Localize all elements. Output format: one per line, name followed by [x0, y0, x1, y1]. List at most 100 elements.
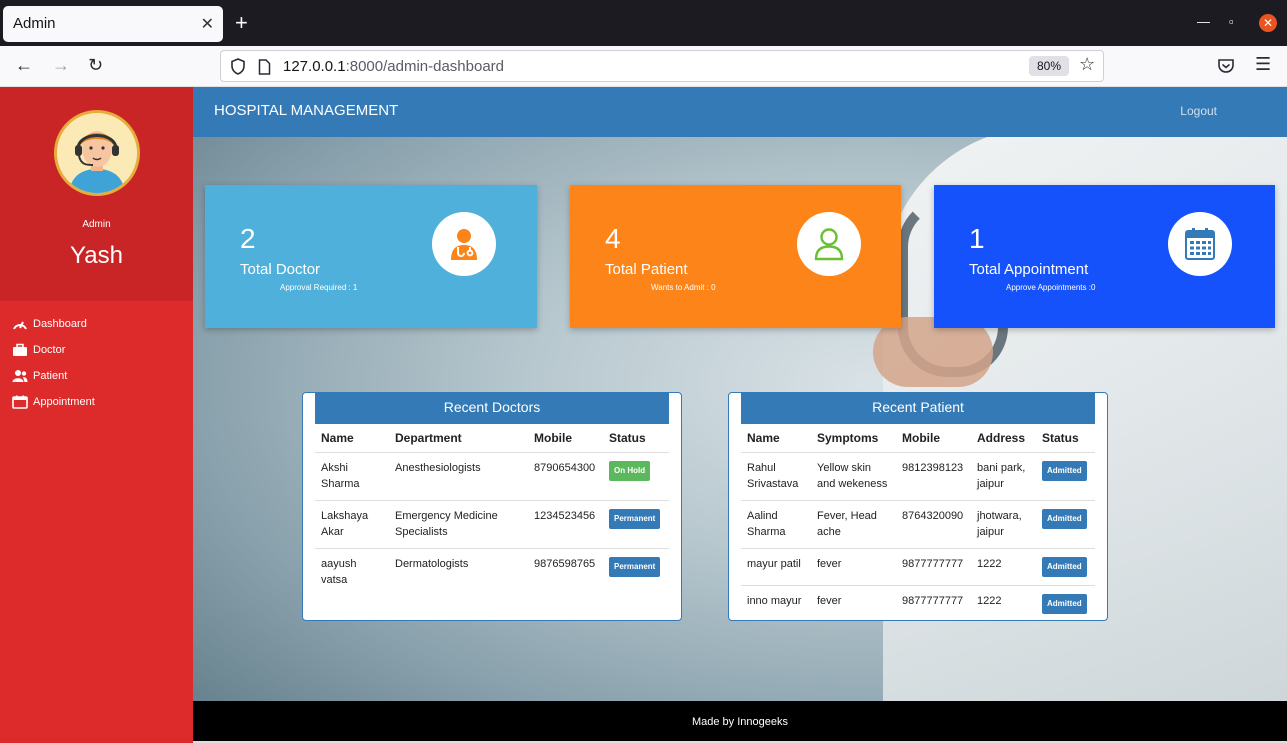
patient-name: inno mayur — [747, 595, 802, 607]
card-label: Total Appointment — [969, 261, 1089, 278]
table-row: Aalind Sharma Fever, Head ache 876432009… — [741, 500, 1095, 549]
table-header-row: Name Symptoms Mobile Address Status — [741, 425, 1095, 453]
patient-name: mayur patil — [741, 548, 811, 586]
column-header: Address — [971, 425, 1036, 453]
sidebar-item-label: Dashboard — [33, 318, 87, 330]
users-icon — [12, 370, 28, 382]
page-icon — [258, 59, 271, 75]
reload-icon[interactable]: ↻ — [88, 55, 103, 76]
browser-tab[interactable]: Admin ✕ — [3, 6, 223, 42]
total-appointment-card[interactable]: 1 Total Appointment Approve Appointments… — [934, 185, 1275, 328]
sidebar-item-label: Doctor — [33, 344, 66, 356]
doctor-mobile: 8790654300 — [528, 452, 603, 501]
browser-tab-bar: Admin ✕ + — ▫ ✕ — [0, 0, 1287, 46]
footer: Made by Innogeeks — [193, 701, 1287, 741]
doctor-mobile: 9876598765 — [534, 558, 596, 570]
url-bar[interactable]: 127.0.0.1:8000/admin-dashboard 80% ☆ — [220, 50, 1104, 82]
column-header: Status — [603, 425, 669, 453]
table-header-row: Name Department Mobile Status — [315, 425, 669, 453]
doctor-department: Dermatologists — [395, 558, 469, 570]
total-doctor-card[interactable]: 2 Total Doctor Approval Required : 1 — [205, 185, 537, 328]
patient-mobile: 9877777777 — [896, 548, 971, 586]
patient-address: jhotwara, jaipur — [971, 500, 1036, 549]
avatar — [54, 110, 140, 196]
calendar-icon — [12, 395, 28, 409]
card-label: Total Patient — [605, 261, 688, 278]
user-role: Admin — [82, 219, 111, 230]
card-count: 2 — [240, 223, 256, 254]
card-subtext: Approve Appointments :0 — [1006, 283, 1096, 292]
sidebar-item-label: Patient — [33, 370, 68, 382]
doctor-mobile: 1234523456 — [528, 500, 603, 549]
patient-address: bani park, jaipur — [971, 452, 1036, 501]
top-header: HOSPITAL MANAGEMENT Logout — [193, 87, 1287, 137]
status-badge: Admitted — [1042, 557, 1087, 577]
patient-mobile: 9812398123 — [896, 452, 971, 501]
menu-icon[interactable]: ☰ — [1255, 54, 1271, 75]
table-row: mayur patil fever 9877777777 1222 Admitt… — [741, 548, 1095, 586]
status-badge: Permanent — [609, 557, 661, 577]
patient-symptoms: Fever, Head ache — [811, 500, 896, 549]
doctor-icon — [432, 212, 496, 276]
sidebar-item-doctor[interactable]: Doctor — [12, 337, 95, 363]
sidebar-item-label: Appointment — [33, 396, 95, 408]
close-tab-icon[interactable]: ✕ — [201, 14, 214, 34]
url-host: 127.0.0.1 — [283, 58, 346, 75]
forward-icon[interactable]: → — [52, 55, 70, 76]
patient-symptoms: Yellow skin and wekeness — [811, 452, 896, 501]
status-badge: Permanent — [609, 509, 661, 529]
patient-address: 1222 — [977, 595, 1002, 607]
sidebar-menu: Dashboard Doctor Patient Appointment — [12, 311, 95, 415]
recent-doctors-table: Name Department Mobile Status Akshi Shar… — [315, 425, 669, 596]
recent-patients-table: Name Symptoms Mobile Address Status Rahu… — [741, 425, 1095, 622]
patient-name: Aalind Sharma — [741, 500, 811, 549]
zoom-badge[interactable]: 80% — [1029, 56, 1069, 76]
total-patient-card[interactable]: 4 Total Patient Wants to Admit : 0 — [570, 185, 901, 328]
recent-patients-panel: Recent Patient Name Symptoms Mobile Addr… — [728, 392, 1108, 621]
maximize-icon[interactable]: ▫ — [1229, 14, 1234, 29]
panel-title: Recent Patient — [741, 393, 1095, 424]
patient-symptoms: fever — [811, 548, 896, 586]
new-tab-icon[interactable]: + — [235, 10, 248, 36]
brand-title[interactable]: HOSPITAL MANAGEMENT — [214, 102, 398, 119]
table-row: Rahul Srivastava Yellow skin and wekenes… — [741, 452, 1095, 501]
minimize-icon[interactable]: — — [1197, 14, 1210, 29]
patient-address: 1222 — [971, 548, 1036, 586]
main-content: HOSPITAL MANAGEMENT Logout 2 Total Docto… — [193, 87, 1287, 743]
doctor-department: Anesthesiologists — [389, 452, 528, 501]
status-badge: Admitted — [1042, 594, 1087, 614]
patient-name: Rahul Srivastava — [741, 452, 811, 501]
sidebar-item-patient[interactable]: Patient — [12, 363, 95, 389]
calendar-icon — [1168, 212, 1232, 276]
star-icon[interactable]: ☆ — [1079, 54, 1095, 75]
close-window-icon[interactable]: ✕ — [1259, 14, 1277, 32]
back-icon[interactable]: ← — [15, 55, 33, 76]
column-header: Mobile — [896, 425, 971, 453]
recent-doctors-panel: Recent Doctors Name Department Mobile St… — [302, 392, 682, 621]
url-path: :8000/admin-dashboard — [345, 58, 505, 75]
dashboard-icon — [13, 321, 27, 330]
card-count: 1 — [969, 223, 985, 254]
logout-link[interactable]: Logout — [1180, 104, 1217, 118]
briefcase-icon — [13, 343, 27, 356]
table-row: inno mayur fever 9877777777 1222 Admitte… — [741, 586, 1095, 623]
tab-title: Admin — [13, 15, 56, 32]
sidebar-item-dashboard[interactable]: Dashboard — [12, 311, 95, 337]
url-text[interactable]: 127.0.0.1:8000/admin-dashboard — [283, 58, 504, 75]
doctor-department: Emergency Medicine Specialists — [389, 500, 528, 549]
shield-icon[interactable] — [230, 58, 246, 75]
sidebar-item-appointment[interactable]: Appointment — [12, 389, 95, 415]
pocket-icon[interactable] — [1217, 58, 1235, 74]
patient-symptoms: fever — [817, 595, 842, 607]
doctor-name: Lakshaya Akar — [315, 500, 389, 549]
column-header: Name — [315, 425, 389, 453]
patient-mobile: 9877777777 — [902, 595, 964, 607]
patient-mobile: 8764320090 — [896, 500, 971, 549]
column-header: Name — [741, 425, 811, 453]
table-row: Lakshaya Akar Emergency Medicine Special… — [315, 500, 669, 549]
status-badge: Admitted — [1042, 509, 1087, 529]
column-header: Department — [389, 425, 528, 453]
browser-nav-bar: ← → ↻ 127.0.0.1:8000/admin-dashboard 80%… — [0, 46, 1287, 87]
sidebar-profile: Admin Yash — [0, 87, 193, 301]
column-header: Symptoms — [811, 425, 896, 453]
